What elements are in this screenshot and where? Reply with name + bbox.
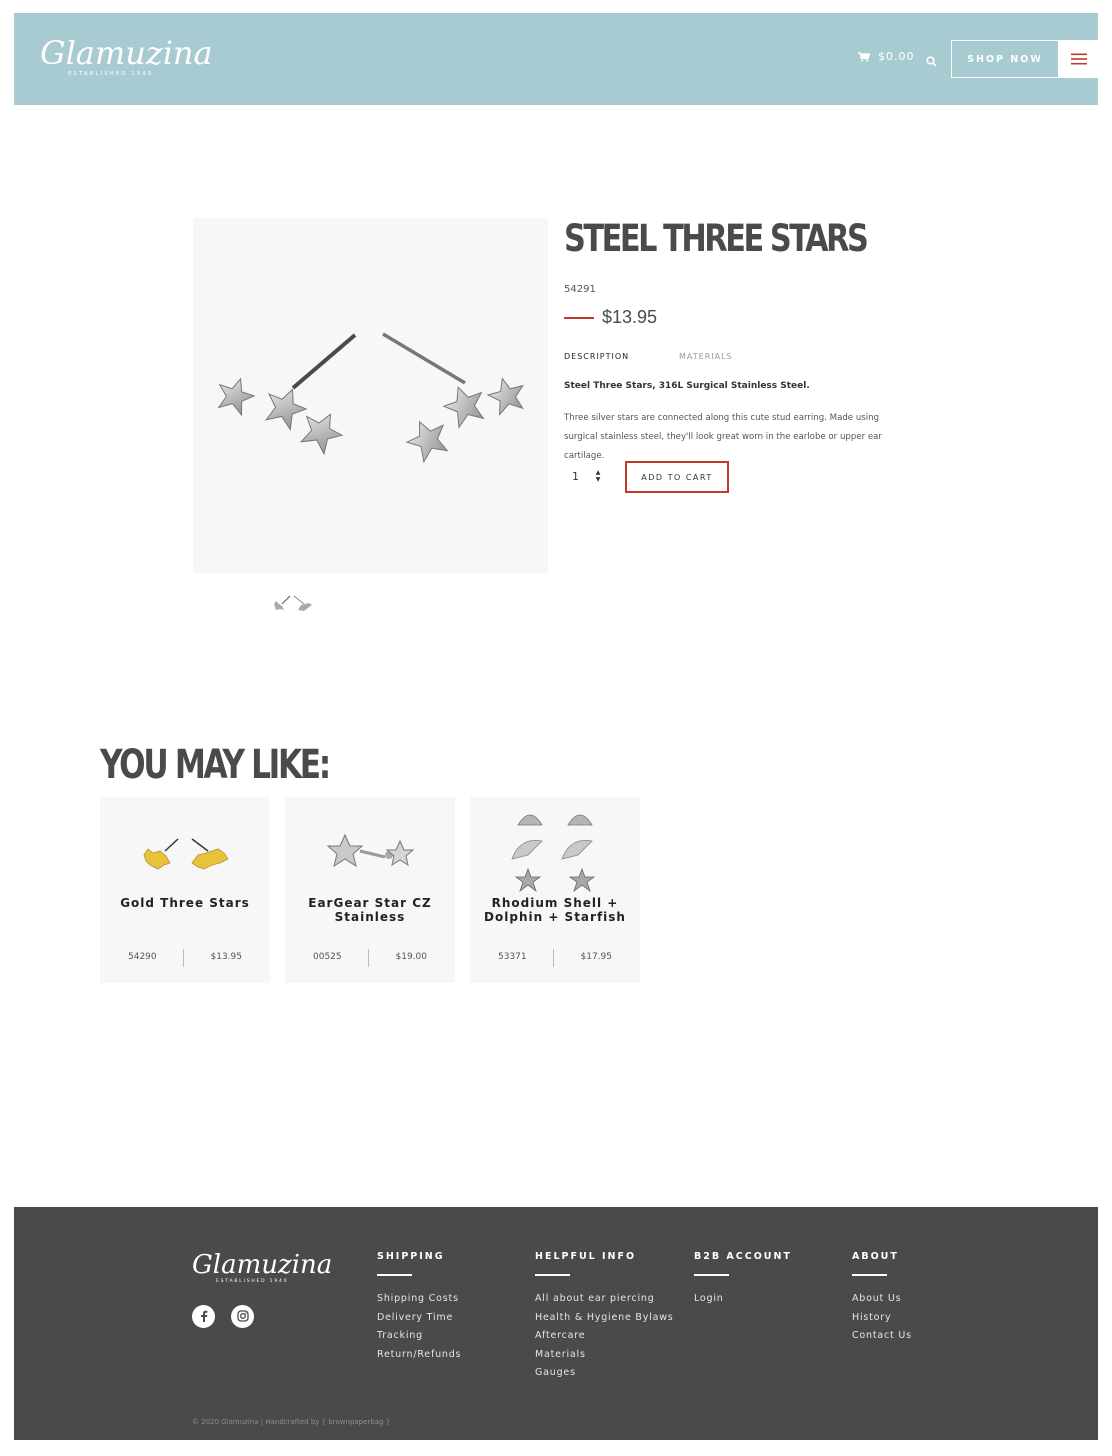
logo[interactable]: Glamuzina ESTABLISHED 1940 (40, 33, 213, 89)
cart-total: $0.00 (878, 50, 915, 63)
divider (553, 949, 554, 967)
related-product-image[interactable] (285, 803, 455, 895)
copyright: © 2020 Glamuzina | Handcrafted by { brow… (192, 1418, 391, 1426)
cart-icon (858, 51, 870, 62)
footer-link[interactable]: Shipping Costs (377, 1290, 461, 1309)
footer-logo-text: Glamuzina (192, 1250, 333, 1280)
related-product-sku: 53371 (498, 952, 527, 962)
related-product-name[interactable]: EarGear Star CZ Stainless (293, 896, 447, 924)
footer-link[interactable]: Gauges (535, 1364, 674, 1383)
footer-heading: ABOUT (852, 1251, 899, 1262)
hamburger-icon (1070, 50, 1087, 69)
footer-link[interactable]: About Us (852, 1290, 912, 1309)
footer-heading-rule (377, 1274, 412, 1276)
related-product-name[interactable]: Rhodium Shell + Dolphin + Starfish (478, 896, 632, 924)
facebook-link[interactable] (192, 1305, 215, 1328)
footer-link[interactable]: Login (694, 1290, 792, 1309)
product-price: $13.95 (602, 307, 658, 327)
related-title: YOU MAY LIKE: (100, 742, 331, 788)
price-accent-line (564, 316, 594, 319)
shop-now-button[interactable]: SHOP NOW (951, 40, 1059, 78)
related-product-sku: 00525 (313, 952, 342, 962)
instagram-icon (236, 1307, 249, 1326)
related-product-card[interactable]: Rhodium Shell + Dolphin + Starfish 53371… (470, 797, 640, 983)
related-product-image[interactable] (470, 803, 640, 895)
price-row: $13.95 (564, 307, 657, 328)
logo-text: Glamuzina (40, 34, 213, 72)
tab-description[interactable]: DESCRIPTION (564, 352, 629, 361)
related-product-card[interactable]: Gold Three Stars 54290 $13.95 (100, 797, 270, 983)
related-product-name[interactable]: Gold Three Stars (108, 896, 262, 910)
footer-column-b2b-account: B2B ACCOUNT Login (694, 1251, 792, 1309)
footer-link[interactable]: Aftercare (535, 1327, 674, 1346)
quantity-input[interactable]: 1 ▲ ▼ (564, 466, 606, 488)
related-product-price: $17.95 (580, 952, 613, 962)
footer-heading: HELPFUL INFO (535, 1251, 637, 1262)
related-product-sku: 54290 (128, 952, 157, 962)
footer-logo-tagline: ESTABLISHED 1940 (216, 1279, 289, 1284)
footer-heading: B2B ACCOUNT (694, 1251, 792, 1262)
footer-heading-rule (852, 1274, 887, 1276)
quantity-stepper-icon[interactable]: ▲ ▼ (594, 469, 602, 485)
related-product-card[interactable]: EarGear Star CZ Stainless 00525 $19.00 (285, 797, 455, 983)
logo-tagline: ESTABLISHED 1940 (68, 71, 154, 77)
footer-link[interactable]: Tracking (377, 1327, 461, 1346)
footer-heading: SHIPPING (377, 1251, 445, 1262)
add-to-cart-button[interactable]: ADD TO CART (625, 461, 729, 493)
quantity-value: 1 (572, 470, 579, 483)
divider (183, 949, 184, 967)
related-product-price: $13.95 (210, 952, 243, 962)
footer-link[interactable]: Contact Us (852, 1327, 912, 1346)
footer-link[interactable]: Materials (535, 1346, 674, 1365)
site-footer: Glamuzina ESTABLISHED 1940 SHIPPING Ship… (14, 1207, 1098, 1440)
footer-heading-rule (694, 1274, 729, 1276)
footer-link[interactable]: History (852, 1309, 912, 1328)
related-product-image[interactable] (100, 803, 270, 895)
footer-link[interactable]: Delivery Time (377, 1309, 461, 1328)
short-description: Steel Three Stars, 316L Surgical Stainle… (564, 381, 810, 391)
product-title: STEEL THREE STARS (564, 217, 869, 260)
footer-link[interactable]: Return/Refunds (377, 1346, 461, 1365)
instagram-link[interactable] (231, 1305, 254, 1328)
product-image[interactable] (193, 218, 548, 573)
footer-column-helpful-info: HELPFUL INFO All about ear piercing Heal… (535, 1251, 674, 1383)
footer-logo[interactable]: Glamuzina ESTABLISHED 1940 (192, 1249, 333, 1289)
product-sku: 54291 (564, 284, 596, 295)
footer-column-shipping: SHIPPING Shipping Costs Delivery Time Tr… (377, 1251, 461, 1364)
footer-link[interactable]: All about ear piercing (535, 1290, 674, 1309)
divider (368, 949, 369, 967)
facebook-icon (200, 1307, 208, 1326)
footer-column-about: ABOUT About Us History Contact Us (852, 1251, 912, 1346)
search-icon[interactable] (926, 52, 937, 71)
tab-materials[interactable]: MATERIALS (679, 352, 733, 361)
menu-button[interactable] (1059, 40, 1098, 78)
site-header: Glamuzina ESTABLISHED 1940 $0.00 SHOP NO… (14, 13, 1098, 105)
product-thumbnail[interactable] (268, 592, 316, 616)
cart-link[interactable]: $0.00 (858, 50, 915, 63)
long-description: Three silver stars are connected along t… (564, 413, 882, 461)
footer-link[interactable]: Health & Hygiene Bylaws (535, 1309, 674, 1328)
footer-heading-rule (535, 1274, 570, 1276)
related-product-price: $19.00 (395, 952, 428, 962)
